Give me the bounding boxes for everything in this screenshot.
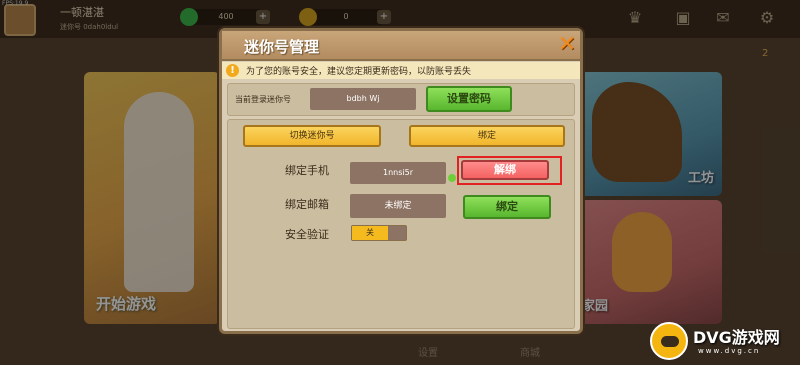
close-button[interactable]: ✕	[555, 33, 579, 57]
set-password-button[interactable]: 设置密码	[426, 86, 512, 112]
current-account-value: bdbh Wj	[310, 88, 416, 110]
gamepad-logo-icon	[650, 322, 688, 360]
current-account-label: 当前登录迷你号	[235, 95, 291, 104]
watermark-url: www.dvg.cn	[698, 347, 761, 355]
watermark-title: DVG游戏网	[693, 328, 780, 347]
warning-text: 为了您的账号安全，建议您定期更新密码，以防账号丢失	[246, 67, 472, 77]
bind-email-button[interactable]: 绑定	[463, 195, 551, 219]
bind-tab-button[interactable]: 绑定	[409, 125, 565, 147]
dialog-header: 迷你号管理 ✕	[222, 31, 580, 61]
security-verify-label: 安全验证	[285, 228, 329, 241]
security-verify-toggle[interactable]: 关	[351, 225, 407, 241]
unbind-button[interactable]: 解绑	[461, 160, 549, 180]
toggle-knob: 关	[352, 226, 388, 240]
bind-email-label: 绑定邮箱	[285, 198, 329, 211]
current-account-panel: 当前登录迷你号 bdbh Wj 设置密码	[227, 83, 575, 116]
warning-icon: !	[226, 64, 239, 77]
site-watermark: DVG游戏网 www.dvg.cn	[650, 322, 800, 365]
bind-email-value: 未绑定	[350, 194, 446, 218]
switch-account-button[interactable]: 切换迷你号	[243, 125, 381, 147]
dialog-title: 迷你号管理	[244, 38, 320, 56]
link-icon	[448, 174, 456, 182]
warning-bar: ! 为了您的账号安全，建议您定期更新密码，以防账号丢失	[222, 62, 580, 79]
bind-phone-value: 1nnsi5r	[350, 162, 446, 184]
binding-panel: 切换迷你号 绑定 绑定手机 1nnsi5r 解绑 绑定邮箱 未绑定 绑定 安全验…	[227, 119, 575, 329]
account-management-dialog: 迷你号管理 ✕ ! 为了您的账号安全，建议您定期更新密码，以防账号丢失 当前登录…	[219, 28, 583, 334]
bind-phone-label: 绑定手机	[285, 164, 329, 177]
